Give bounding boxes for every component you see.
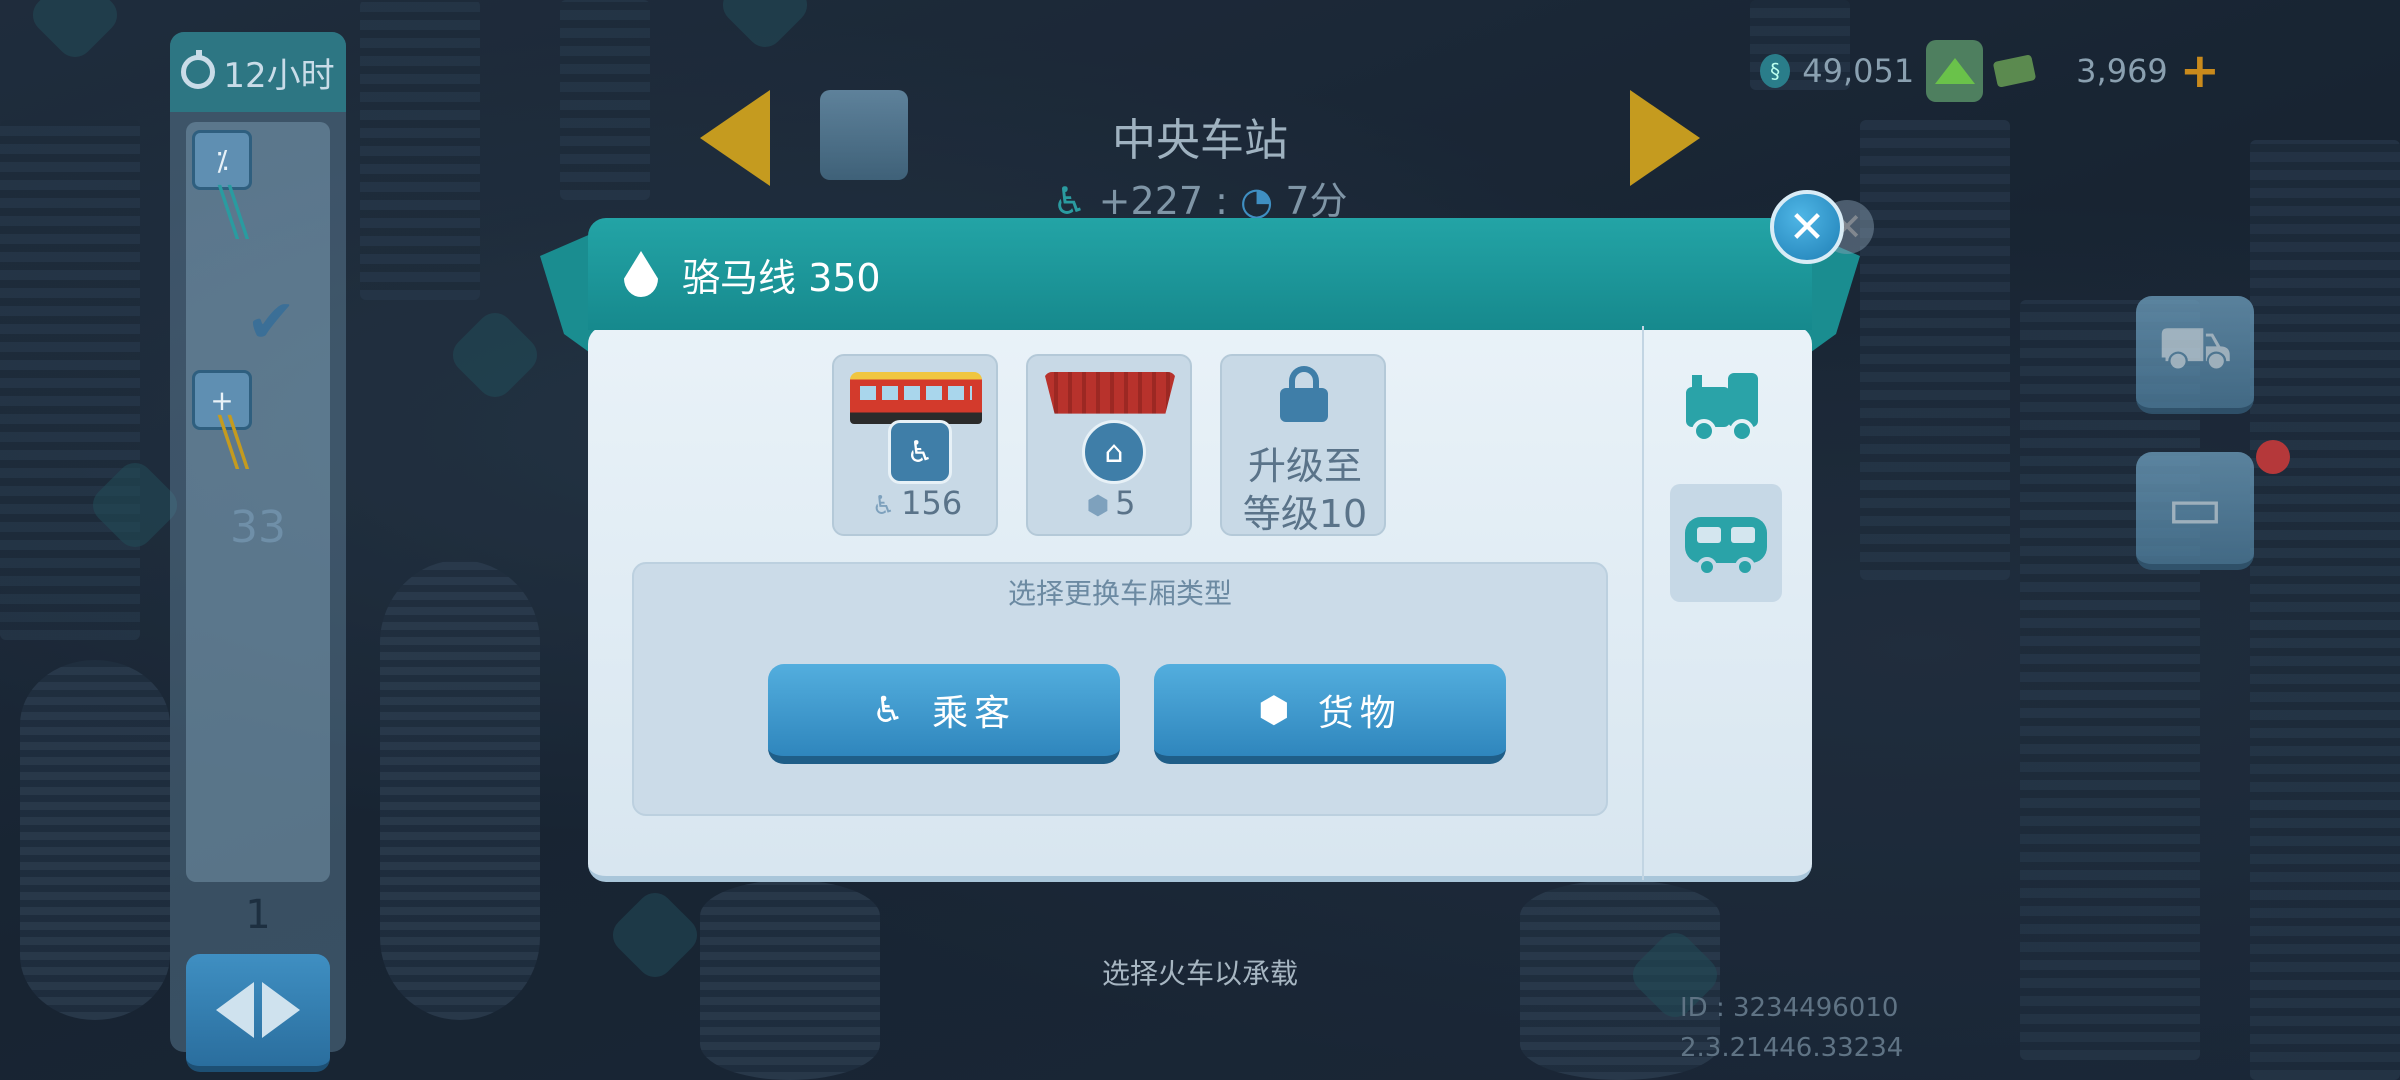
passenger-icon: ♿ [871,689,911,731]
passengers-delta: +227 [1098,179,1204,223]
hexagon-icon: ⬢ [1258,689,1296,731]
stats-separator: : [1215,179,1228,223]
passenger-button-label: 乘客 [932,693,1017,734]
station-title: 中央车站 [1112,115,1288,166]
seat-add-icon: ♿ [888,420,952,484]
seat-teal-icon: ⑊ [210,168,257,258]
factory-icon: ⌂ [1082,420,1146,484]
select-label: 选择更换车厢类型 [1007,577,1232,610]
hexagon-mini-icon: ⬢ [1086,491,1110,521]
cash-icon [1992,54,2037,88]
simoleons-value: 49,051 [1802,52,1915,90]
ticket-button[interactable]: ▭ [2136,452,2254,570]
passenger-count: 156 [901,484,963,522]
close-icon: ✕ [1788,201,1826,253]
passenger-mini-icon: ♿ [871,491,896,521]
timer-header: 12小时 [170,32,346,112]
tab-carriage[interactable] [1670,484,1782,602]
upgrade-line-1: 升级至 [1247,444,1362,488]
check-icon: ✔ [246,287,297,357]
capacity-count: 33 [230,502,286,553]
station-header: 中央车站 ♿ +227 : ◔ 7分 [700,60,1700,223]
timer-icon [181,50,216,89]
passenger-car-icon [850,372,982,424]
seat-gold-icon: ⑊ [210,398,257,488]
drop-icon [624,251,658,297]
debug-info: ID : 3234496010 2.3.21446.33234 [1680,988,1903,1068]
page-number: 1 [245,892,271,938]
upgrade-requirement: 升级至 等级10 [1222,442,1388,538]
modal-title: 骆马线 350 [682,255,881,300]
arrow-right-icon [262,982,300,1038]
plus-icon[interactable]: + [2180,47,2220,95]
tab-locomotive[interactable] [1668,350,1782,460]
upgrade-arrow-icon [1934,58,1975,84]
shop-button[interactable]: ⛟ [2136,296,2254,414]
station-time: 7分 [1285,179,1348,223]
upgrade-button[interactable] [1926,40,1984,102]
page-arrows-button[interactable] [186,954,330,1072]
debug-version: 2.3.21446.33234 [1680,1033,1904,1063]
car-type-selector: 选择更换车厢类型 ♿ 乘客 ⬢ 货物 [632,562,1608,816]
ticket-icon: ▭ [2166,473,2224,543]
passenger-icon: ♿ [1052,179,1087,223]
upgrade-line-2: 等级10 [1242,492,1368,536]
passenger-capacity: ♿ 156 [834,484,1000,522]
car-tile-cargo[interactable]: ⌂ ⬢ 5 [1026,354,1192,536]
cargo-button-label: 货物 [1317,693,1402,734]
timer-label: 12小时 [223,55,335,96]
left-panel: 12小时 ⁒ ⑊ ✔ + ⑊ 33 1 [170,32,346,1072]
simoleon-icon: § [1760,54,1791,88]
arrow-left-icon [216,982,254,1038]
cash-value: 3,969 [2076,52,2168,90]
shopping-bag-icon: ⛟ [2157,313,2233,383]
passenger-button[interactable]: ♿ 乘客 [768,664,1120,764]
car-tile-locked: 升级至 等级10 [1220,354,1386,536]
debug-id: ID : 3234496010 [1680,993,1899,1023]
close-button[interactable]: ✕ [1770,190,1844,264]
cargo-count: 5 [1115,484,1136,522]
currency-bar: § 49,051 3,969 + [1760,36,2220,106]
car-tile-passenger[interactable]: ♿ ♿ 156 [832,354,998,536]
modal-header: 骆马线 350 [588,218,1812,330]
cargo-button[interactable]: ⬢ 货物 [1154,664,1506,764]
locomotive-icon [1686,373,1758,443]
station-stats: ♿ +227 : ◔ 7分 [700,170,1700,225]
lock-icon [1280,366,1328,422]
modal-sidebar-divider [1642,326,1644,880]
left-panel-list: ⁒ ⑊ ✔ + ⑊ 33 [186,122,330,882]
cargo-capacity: ⬢ 5 [1028,484,1194,522]
timer-icon: ◔ [1240,179,1274,223]
cargo-car-icon [1044,372,1176,414]
carriage-icon [1685,517,1767,577]
notification-dot [2256,440,2290,474]
bottom-hint: 选择火车以承载 [1101,957,1298,990]
